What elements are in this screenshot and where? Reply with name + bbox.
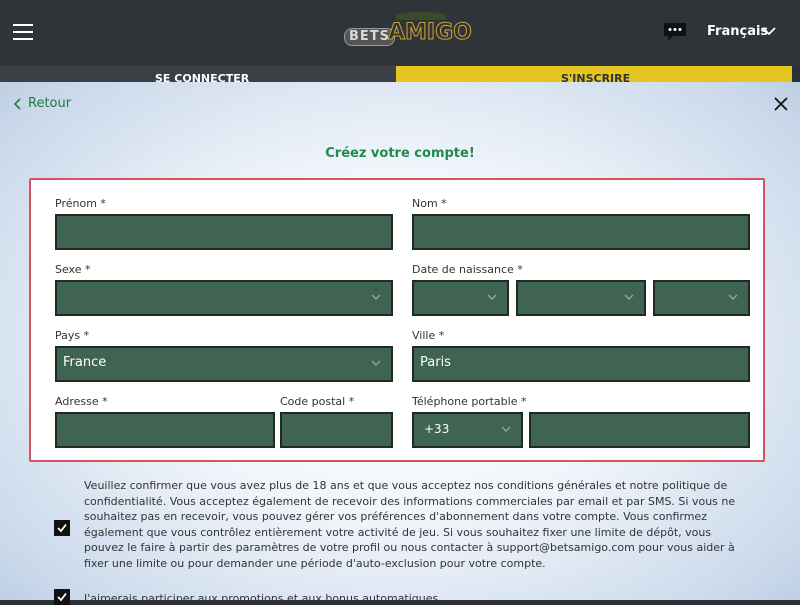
page-title: Créez votre compte! [325,146,475,161]
checkmark-icon [57,592,67,602]
tab-register-label: S'INSCRIRE [561,72,631,82]
chat-icon[interactable] [664,23,686,41]
close-icon[interactable] [774,97,788,111]
dob-day-select[interactable] [412,280,509,316]
dob-label: Date de naissance * [412,263,523,276]
chevron-down-icon [371,294,381,300]
prenom-input[interactable] [55,214,393,250]
chevron-down-icon [487,294,497,300]
telephone-input[interactable] [529,412,750,448]
nom-input[interactable] [412,214,750,250]
consent-text: Veuillez confirmer que vous avez plus de… [84,479,736,570]
registration-modal: Retour Créez votre compte! Prénom * Nom … [0,82,800,605]
telephone-label: Téléphone portable * [412,395,527,408]
chevron-down-icon [624,294,634,300]
back-button[interactable]: Retour [13,96,71,111]
consent-checkbox[interactable] [54,520,70,536]
code-postal-input[interactable] [280,412,393,448]
chevron-down-icon[interactable] [762,26,776,36]
promo-checkbox[interactable] [54,589,70,605]
code-postal-label: Code postal * [280,395,355,408]
logo[interactable]: BETS AMIGO [342,12,472,48]
ville-input[interactable]: Paris [412,346,750,382]
dob-month-select[interactable] [516,280,646,316]
ville-value: Paris [420,355,451,370]
chevron-down-icon [728,294,738,300]
dob-year-select[interactable] [653,280,750,316]
adresse-input[interactable] [55,412,275,448]
top-bar: BETS AMIGO Français [0,0,800,66]
checkmark-icon [57,523,67,533]
back-label: Retour [28,96,72,111]
tab-login[interactable]: SE CONNECTER [0,66,396,82]
pays-value: France [63,355,107,370]
pays-label: Pays * [55,329,90,342]
promo-text: J'aimerais participer aux promotions et … [84,592,442,605]
adresse-label: Adresse * [55,395,108,408]
chevron-down-icon [501,426,511,432]
nom-label: Nom * [412,197,447,210]
chevron-left-icon [13,97,21,110]
prenom-label: Prénom * [55,197,106,210]
auth-tabs: SE CONNECTER S'INSCRIRE [0,66,800,82]
ville-label: Ville * [412,329,445,342]
tab-login-label: SE CONNECTER [155,72,250,82]
logo-amigo: AMIGO [388,20,473,46]
phone-prefix-value: +33 [424,422,450,436]
pays-select[interactable]: France [55,346,393,382]
chevron-down-icon [371,360,381,366]
tab-register[interactable]: S'INSCRIRE [396,66,792,82]
sexe-label: Sexe * [55,263,91,276]
sexe-select[interactable] [55,280,393,316]
registration-form: Prénom * Nom * Sexe * Date de naissance … [29,178,765,462]
phone-prefix-select[interactable]: +33 [412,412,523,448]
menu-icon[interactable] [13,24,33,40]
language-selector[interactable]: Français [707,24,768,39]
logo-hat-icon [396,12,446,20]
